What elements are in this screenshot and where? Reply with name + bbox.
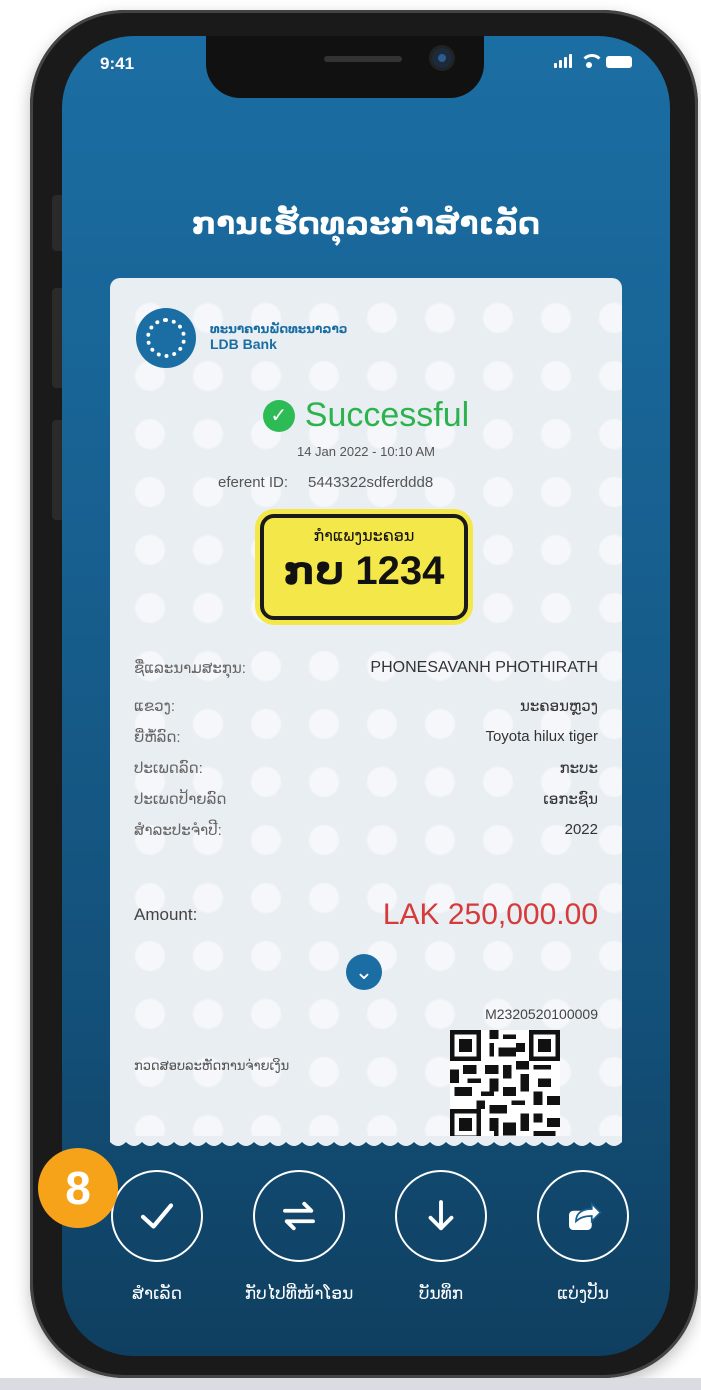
detail-row-brand: ຍີ່ຫໍ້ລົດ: Toyota hilux tiger [134, 721, 598, 752]
success-check-icon: ✓ [262, 399, 295, 432]
signal-icon [554, 54, 572, 68]
share-icon [537, 1170, 629, 1262]
save-button[interactable]: ບັນທຶກ [366, 1170, 516, 1304]
detail-label: ສຳລະປະຈຳປີ: [134, 821, 222, 839]
reference-row: eferent ID: 5443322sdferddd8 [218, 474, 433, 491]
camera-icon [432, 48, 452, 68]
check-icon [111, 1170, 203, 1262]
detail-value: ເອກະຊົນ [543, 790, 598, 808]
detail-value: ນະຄອນຫຼວງ [519, 697, 598, 715]
status-text: Successful [304, 396, 470, 434]
status-time: 9:41 [100, 54, 135, 73]
action-bar: ສຳເລັດ ກັບໄປທີ່ໜ້າໂອນ ບັນທຶກ ແບ່ງປັນ [62, 1146, 670, 1356]
expand-chevron-down-icon[interactable]: ⌄ [346, 954, 382, 990]
action-label: ແບ່ງປັນ [557, 1284, 609, 1303]
detail-row-owner: ຊື່ແລະນາມສະກຸນ: PHONESAVANH PHOTHIRATH [134, 646, 598, 690]
detail-label: ປະເພດປ້າຍລົດ [134, 790, 227, 808]
share-button[interactable]: ແບ່ງປັນ [508, 1170, 658, 1304]
detail-value: Toyota hilux tiger [485, 728, 598, 745]
detail-rows: ຊື່ແລະນາມສະກຸນ: PHONESAVANH PHOTHIRATH ແ… [134, 646, 598, 845]
bank-logo-icon [136, 308, 196, 368]
action-label: ກັບໄປທີ່ໜ້າໂອນ [244, 1284, 354, 1303]
amount-value: LAK 250,000.00 [382, 898, 598, 931]
bottom-strip [0, 1378, 701, 1390]
status-row: ✓ Successful [110, 396, 622, 435]
detail-row-vehicle-type: ປະເພດລົດ: ກະບະ [134, 752, 598, 783]
page-title: ການເຮັດທຸລະກຳສຳເລັດ [191, 206, 541, 241]
verify-payment-text: ກວດສອບລະຫັດການຈ່າຍເງິນ [134, 1058, 290, 1073]
license-plate: ກຳແພງນະຄອນ ກບ 1234 [260, 514, 468, 620]
bank-name-en: LDB Bank [210, 336, 277, 352]
receipt-card: ທະນາຄານພັດທະນາລາວ LDB Bank ✓ Successful … [110, 278, 622, 1146]
reference-id: 5443322sdferddd8 [308, 474, 434, 491]
detail-value: PHONESAVANH PHOTHIRATH [370, 659, 598, 676]
detail-label: ຍີ່ຫໍ້ລົດ: [134, 728, 181, 746]
amount-row: Amount: LAK 250,000.00 [134, 898, 598, 932]
plate-province: ກຳແພງນະຄອນ [313, 528, 415, 545]
detail-label: ຊື່ແລະນາມສະກຸນ: [134, 660, 246, 677]
back-to-transfer-button[interactable]: ກັບໄປທີ່ໜ້າໂອນ [224, 1170, 374, 1304]
detail-label: ປະເພດລົດ: [134, 759, 203, 777]
action-label: ບັນທຶກ [418, 1284, 464, 1303]
transfer-arrows-icon [253, 1170, 345, 1262]
transaction-datetime: 14 Jan 2022 - 10:10 AM [296, 444, 436, 459]
amount-label: Amount: [134, 905, 198, 924]
wifi-icon [580, 54, 604, 68]
notch [206, 36, 484, 98]
detail-value: ກະບະ [559, 759, 598, 777]
detail-row-plate-type: ປະເພດປ້າຍລົດ ເອກະຊົນ [134, 783, 598, 814]
battery-icon [606, 56, 632, 68]
app-screen: 9:41 ການເຮັດທຸລະກຳສຳເລັດ ທະນາຄານພັດທະນາລ… [62, 36, 670, 1356]
action-label: ສຳເລັດ [132, 1284, 182, 1303]
step-badge: 8 [38, 1148, 118, 1228]
status-icons [554, 54, 632, 68]
reference-label: eferent ID: [218, 474, 289, 491]
bank-name-lao: ທະນາຄານພັດທະນາລາວ [210, 322, 348, 336]
detail-label: ແຂວງ: [134, 697, 176, 715]
download-icon [395, 1170, 487, 1262]
qr-code-icon [450, 1030, 560, 1140]
detail-value: 2022 [564, 821, 598, 838]
detail-row-province: ແຂວງ: ນະຄອນຫຼວງ [134, 690, 598, 721]
speaker [324, 56, 402, 62]
plate-number: ກບ 1234 [283, 549, 445, 593]
transaction-code: M2320520100009 [485, 1006, 598, 1022]
detail-row-year: ສຳລະປະຈຳປີ: 2022 [134, 814, 598, 845]
